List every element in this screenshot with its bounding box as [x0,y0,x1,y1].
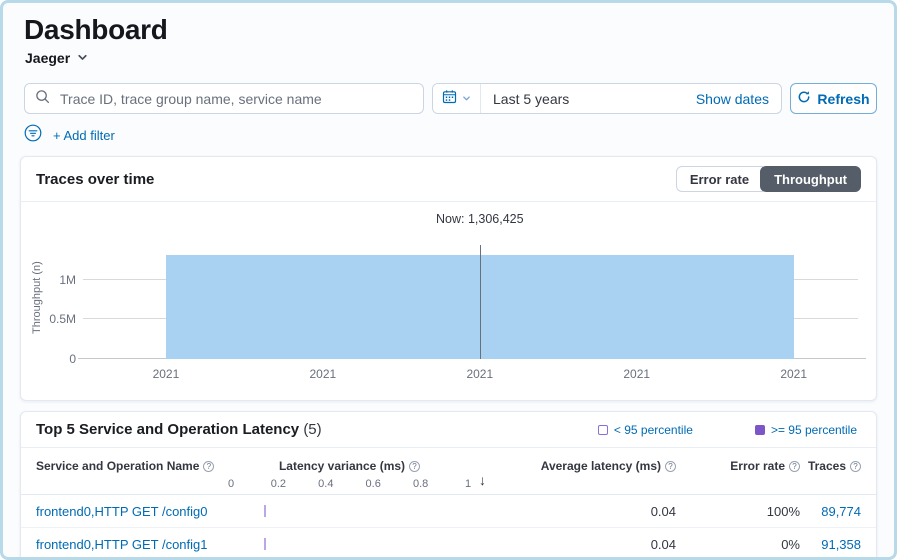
info-icon[interactable]: ? [789,461,800,472]
traces-chart-plot[interactable]: Now: 1,306,425 20212021202120212021 [83,236,858,360]
traces-panel-title: Traces over time [36,171,154,188]
info-icon[interactable]: ? [203,461,214,472]
variance-scale-tick: 0.6 [366,478,381,490]
metric-toggle-group: Error rate Throughput [676,166,861,192]
service-operation-link[interactable]: frontend0,HTTP GET /config1 [36,537,208,552]
x-tick-label: 2021 [466,367,493,381]
latency-panel-header: Top 5 Service and Operation Latency (5) … [21,412,876,448]
legend-item-below-95: < 95 percentile [598,423,693,437]
column-traces[interactable]: Traces? [800,448,861,494]
traces-chart: Throughput (n) 0 0.5M 1M Now: 1,306,425 20… [21,202,876,394]
now-annotation: Now: 1,306,425 [436,212,524,226]
date-picker: Last 5 years Show dates [432,83,782,114]
variance-scale-tick: 0 [228,478,234,490]
app-frame: Dashboard Jaeger Last 5 years Show dat [0,0,897,560]
x-tick-label: 2021 [780,367,807,381]
refresh-button[interactable]: Refresh [790,83,877,114]
y-axis-label: Throughput (n) [31,236,47,360]
now-line [480,245,481,359]
info-icon[interactable]: ? [409,461,420,472]
data-source-label: Jaeger [25,50,70,66]
latency-variance-tick [264,505,266,517]
calendar-icon [442,89,457,109]
table-row: frontend0,HTTP GET /config1 0.04 0% 91,3… [21,528,876,560]
refresh-icon [797,90,811,107]
column-service-operation[interactable]: Service and Operation Name? [36,448,231,494]
error-rate-value: 100% [676,504,800,519]
page-title: Dashboard [3,14,894,46]
variance-scale-tick: 1 [465,478,471,490]
traces-panel-header: Traces over time Error rate Throughput [21,157,876,202]
data-source-select[interactable]: Jaeger [3,48,894,68]
info-icon[interactable]: ? [665,461,676,472]
latency-panel-title: Top 5 Service and Operation Latency (5) [36,421,322,438]
y-tick-label: 1M [59,273,76,287]
x-tick-label: 2021 [310,367,337,381]
table-row: frontend0,HTTP GET /config0 0.04 100% 89… [21,495,876,528]
search-box[interactable] [24,83,424,114]
variance-scale-tick: 0.2 [271,478,286,490]
throughput-button[interactable]: Throughput [760,166,861,192]
search-icon [35,89,50,109]
percentile-legend: < 95 percentile >= 95 percentile [598,423,861,437]
x-tick-label: 2021 [153,367,180,381]
traces-count-link[interactable]: 89,774 [821,504,861,519]
traces-over-time-panel: Traces over time Error rate Throughput T… [20,156,877,401]
info-icon[interactable]: ? [850,461,861,472]
filter-icon[interactable] [24,124,42,147]
filter-row: + Add filter [24,124,873,147]
below-95-swatch-icon [598,425,608,435]
latency-variance-tick [264,538,266,550]
time-range-value[interactable]: Last 5 years [481,91,581,107]
chevron-down-icon [462,90,471,108]
latency-table-header: Service and Operation Name? Latency vari… [21,448,876,495]
average-latency-value: 0.04 [516,504,676,519]
show-dates-link[interactable]: Show dates [696,91,781,107]
variance-scale-tick: 0.8 [413,478,428,490]
traces-count-link[interactable]: 91,358 [821,537,861,552]
average-latency-value: 0.04 [516,537,676,552]
search-controls-row: Last 5 years Show dates Refresh [24,83,877,114]
search-input[interactable] [58,90,413,108]
add-filter-link[interactable]: + Add filter [53,128,115,143]
chart-y-ticks: 00.5M1M [47,236,83,360]
x-tick-label: 2021 [623,367,650,381]
service-operation-link[interactable]: frontend0,HTTP GET /config0 [36,504,208,519]
column-latency-variance[interactable]: Latency variance (ms)? 00.20.40.60.81 ↓ [231,448,516,494]
error-rate-button[interactable]: Error rate [676,166,763,192]
legend-item-above-95: >= 95 percentile [755,423,857,437]
date-quick-select-button[interactable] [433,84,481,113]
column-error-rate[interactable]: Error rate? [676,448,800,494]
above-95-swatch-icon [755,425,765,435]
refresh-label: Refresh [817,91,869,107]
y-tick-label: 0 [69,352,76,366]
chevron-down-icon [77,50,88,66]
latency-panel: Top 5 Service and Operation Latency (5) … [20,411,877,560]
latency-panel-count: (5) [303,421,321,438]
y-tick-label: 0.5M [49,312,76,326]
sort-down-icon[interactable]: ↓ [479,472,486,488]
variance-scale-tick: 0.4 [318,478,333,490]
column-average-latency[interactable]: Average latency (ms)? [516,448,676,494]
error-rate-value: 0% [676,537,800,552]
